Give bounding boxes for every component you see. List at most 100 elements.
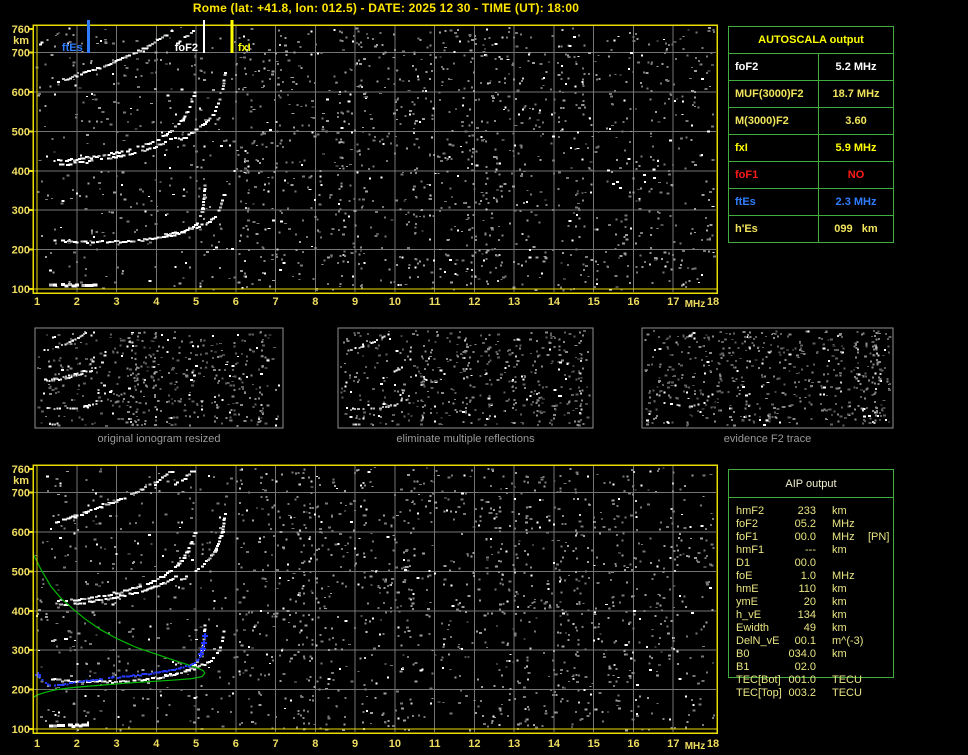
param-value: 5.2 MHz xyxy=(835,61,877,73)
processing-panel-1 xyxy=(337,327,594,429)
svg-text:700: 700 xyxy=(12,48,30,60)
param-label: D1 xyxy=(736,557,751,569)
table-row: foF1 NO xyxy=(729,161,893,188)
bottom-ionogram-plot: 760700600500400300200100km1 2 3 4 5 6 7 8 9 10 11 1… xyxy=(12,464,719,752)
param-value: 02.0 xyxy=(794,661,816,673)
param-label: hmF1 xyxy=(736,544,765,556)
top-ionogram-plot: 760700600500400300200100km1 2 3 4 5 6 7 8 9 10 11 1… xyxy=(12,20,719,310)
svg-text:7: 7 xyxy=(273,738,279,750)
param-value: 003.2 xyxy=(788,687,816,699)
panel-caption-evidence: evidence F2 trace xyxy=(723,433,812,445)
table-row: B0 034.0 km xyxy=(736,648,893,661)
svg-text:9: 9 xyxy=(352,738,358,750)
svg-text:400: 400 xyxy=(12,606,30,618)
param-label: foF2 xyxy=(736,518,759,530)
svg-text:300: 300 xyxy=(12,645,30,657)
param-label: h'Es xyxy=(729,216,819,242)
table-row: foF2 5.2 MHz xyxy=(729,53,893,80)
param-value: 18.7 MHz xyxy=(832,88,880,100)
svg-text:6: 6 xyxy=(233,738,239,750)
param-unit: TECU xyxy=(832,687,862,699)
svg-text:12: 12 xyxy=(468,296,480,308)
param-value: 110 xyxy=(798,583,816,595)
svg-text:13: 13 xyxy=(508,738,520,750)
param-value: 20 xyxy=(803,596,816,608)
param-value: 00.1 xyxy=(794,635,816,647)
svg-text:10: 10 xyxy=(389,296,401,308)
svg-text:9: 9 xyxy=(352,296,358,308)
svg-text:6: 6 xyxy=(233,296,239,308)
table-row: DelN_vE 00.1 m^(-3) xyxy=(736,635,893,648)
table-row: M(3000)F2 3.60 xyxy=(729,107,893,134)
param-value: 001.0 xyxy=(788,674,816,686)
param-unit: km xyxy=(832,622,847,634)
svg-text:5: 5 xyxy=(193,738,199,750)
svg-text:13: 13 xyxy=(508,296,520,308)
table-row: hmE 110 km xyxy=(736,583,893,596)
svg-text:100: 100 xyxy=(12,284,30,296)
table-row: TEC[Bot] 001.0 TECU xyxy=(736,674,893,687)
svg-text:600: 600 xyxy=(12,87,30,99)
aip-output-table: AIP output hmF2 233 km foF2 05.2 MHz foF1 00.… xyxy=(728,469,894,699)
svg-text:14: 14 xyxy=(548,738,561,750)
svg-text:15: 15 xyxy=(588,738,600,750)
svg-text:15: 15 xyxy=(588,296,600,308)
svg-text:14: 14 xyxy=(548,296,561,308)
svg-text:18: 18 xyxy=(707,738,719,750)
param-value: 5.9 MHz xyxy=(835,142,877,154)
param-label: B0 xyxy=(736,648,750,660)
param-unit: km xyxy=(832,544,847,556)
svg-text:fxI: fxI xyxy=(238,42,251,54)
svg-text:100: 100 xyxy=(12,724,30,736)
table-row: ftEs 2.3 MHz xyxy=(729,188,893,215)
svg-text:200: 200 xyxy=(12,685,30,697)
processing-panel-0 xyxy=(34,327,284,429)
param-value: 099 km xyxy=(834,223,878,235)
param-unit xyxy=(832,661,868,674)
param-value: 034.0 xyxy=(788,648,816,660)
table-row: foE 1.0 MHz xyxy=(736,570,893,583)
autoscala-output-table: AUTOSCALA output foF2 5.2 MHz MUF(3000)F… xyxy=(728,26,894,243)
table-row: h'Es 099 km xyxy=(729,215,893,242)
param-unit: km xyxy=(832,583,847,595)
param-label: DelN_vE xyxy=(736,635,780,647)
param-label: M(3000)F2 xyxy=(729,108,819,134)
param-label: fxI xyxy=(729,135,819,161)
param-unit: km xyxy=(832,609,847,621)
svg-text:foF2: foF2 xyxy=(175,42,198,54)
param-unit: km xyxy=(832,596,847,608)
param-value: --- xyxy=(805,544,816,556)
param-label: foF2 xyxy=(729,54,819,80)
table-row: D1 00.0 xyxy=(736,557,893,570)
aip-table-body: hmF2 233 km foF2 05.2 MHz foF1 00.0 MHz [PN] hm… xyxy=(729,498,893,700)
svg-text:10: 10 xyxy=(389,738,401,750)
param-note: [PN] xyxy=(868,531,890,543)
svg-text:5: 5 xyxy=(193,296,199,308)
plot-area xyxy=(34,466,716,732)
param-unit: MHz xyxy=(832,531,855,543)
svg-text:16: 16 xyxy=(627,738,639,750)
table-row: ymE 20 km xyxy=(736,596,893,609)
param-label: Ewidth xyxy=(736,622,770,634)
param-label: MUF(3000)F2 xyxy=(729,81,819,107)
panel-caption-eliminate: eliminate multiple reflections xyxy=(396,433,535,445)
svg-text:500: 500 xyxy=(12,566,30,578)
param-value: 00.0 xyxy=(794,557,816,569)
param-label: B1 xyxy=(736,661,750,673)
table-row: hmF1 --- km xyxy=(736,544,893,557)
param-label: h_vE xyxy=(736,609,762,621)
param-label: TEC[Bot] xyxy=(736,674,781,686)
svg-text:km: km xyxy=(13,475,29,487)
param-value: NO xyxy=(847,169,865,181)
table-row: MUF(3000)F2 18.7 MHz xyxy=(729,80,893,107)
svg-text:8: 8 xyxy=(312,738,318,750)
param-value: 00.0 xyxy=(794,531,816,543)
svg-text:200: 200 xyxy=(12,245,30,257)
svg-text:2: 2 xyxy=(74,738,80,750)
aip-table-header: AIP output xyxy=(729,470,893,498)
param-unit: m^(-3) xyxy=(832,635,864,647)
param-label: hmF2 xyxy=(736,505,765,517)
electron-density-profile xyxy=(34,554,206,698)
table-row: Ewidth 49 km xyxy=(736,622,893,635)
autoscala-screen: { "title": "Rome (lat: +41.8, lon: 012.5… xyxy=(0,0,968,755)
